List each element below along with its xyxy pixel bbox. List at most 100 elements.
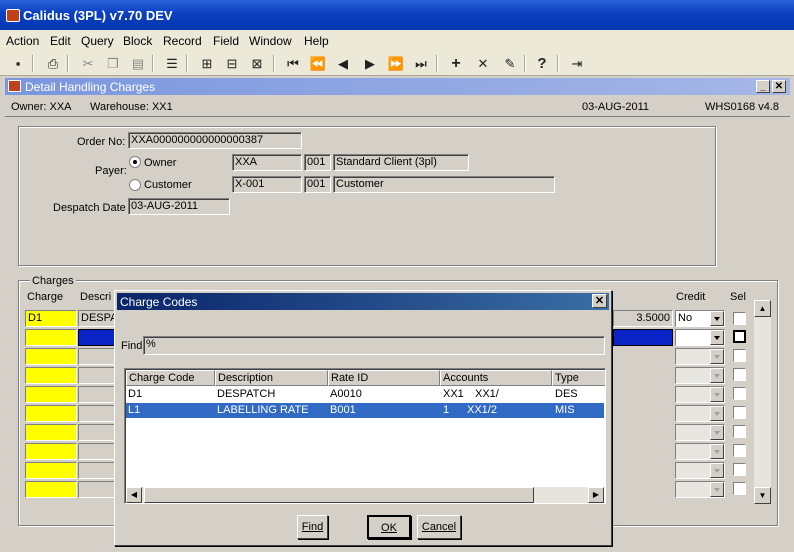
customer-code-field[interactable]: X-001 <box>232 176 302 193</box>
column-header-type[interactable]: Type <box>552 370 605 386</box>
clear-record-icon[interactable]: ⊠ <box>247 54 267 73</box>
delete-icon[interactable]: ✕ <box>473 54 493 73</box>
charge-code-cell[interactable] <box>25 348 77 365</box>
close-button[interactable]: ✕ <box>772 80 786 93</box>
description-cell[interactable] <box>78 348 118 365</box>
add-icon[interactable]: + <box>446 54 466 73</box>
credit-dropdown[interactable] <box>675 348 725 365</box>
description-cell[interactable] <box>78 386 118 403</box>
menu-window[interactable]: Window <box>249 34 292 48</box>
credit-dropdown[interactable] <box>675 481 725 498</box>
chevron-down-icon[interactable] <box>710 406 724 421</box>
menu-help[interactable]: Help <box>304 34 329 48</box>
query-icon[interactable]: ✎ <box>500 54 520 73</box>
sel-checkbox[interactable] <box>733 406 746 419</box>
chevron-down-icon[interactable] <box>710 387 724 402</box>
menu-block[interactable]: Block <box>123 34 152 48</box>
column-header-charge-code[interactable]: Charge Code <box>126 370 215 386</box>
chevron-down-icon[interactable] <box>710 349 724 364</box>
credit-dropdown[interactable] <box>675 462 725 479</box>
charge-code-cell[interactable] <box>25 481 77 498</box>
sel-checkbox[interactable] <box>733 312 746 325</box>
credit-dropdown[interactable] <box>675 443 725 460</box>
charge-code-cell[interactable] <box>25 367 77 384</box>
customer-radio[interactable] <box>129 179 141 191</box>
menu-field[interactable]: Field <box>213 34 239 48</box>
list-icon[interactable]: ☰ <box>162 54 182 73</box>
list-item-selected[interactable]: L1 LABELLING RATE B001 1 XX1/2 MIS <box>126 403 604 418</box>
credit-dropdown[interactable] <box>675 386 725 403</box>
find-button[interactable]: Find <box>297 515 328 539</box>
next-set-icon[interactable]: ⏩ <box>386 54 406 73</box>
owner-radio-label[interactable]: Owner <box>144 157 176 169</box>
description-cell[interactable] <box>78 405 118 422</box>
cancel-button[interactable]: Cancel <box>417 515 461 539</box>
menu-query[interactable]: Query <box>81 34 114 48</box>
last-record-icon[interactable]: ⏭ <box>411 54 431 73</box>
owner-num-field[interactable]: 001 <box>304 154 331 171</box>
find-input[interactable]: % <box>143 336 605 355</box>
credit-dropdown[interactable] <box>675 367 725 384</box>
sel-checkbox[interactable] <box>733 463 746 476</box>
chevron-down-icon[interactable] <box>710 444 724 459</box>
chevron-down-icon[interactable] <box>710 330 724 345</box>
first-record-icon[interactable]: ⏮ <box>283 54 303 73</box>
credit-dropdown[interactable]: No <box>675 310 725 327</box>
print-icon[interactable]: ⎙ <box>43 54 63 73</box>
credit-dropdown[interactable] <box>675 405 725 422</box>
column-header-accounts[interactable]: Accounts <box>440 370 552 386</box>
menu-action[interactable]: Action <box>6 34 39 48</box>
scroll-left-icon[interactable]: ◀ <box>126 487 142 503</box>
owner-name-field[interactable]: Standard Client (3pl) <box>333 154 469 171</box>
chevron-down-icon[interactable] <box>710 368 724 383</box>
despatch-date-field[interactable]: 03-AUG-2011 <box>128 198 230 215</box>
previous-set-icon[interactable]: ⏪ <box>308 54 328 73</box>
scroll-right-icon[interactable]: ▶ <box>588 487 604 503</box>
list-item[interactable]: D1 DESPATCH A0010 XX1 XX1/ DES <box>126 387 604 402</box>
charge-code-cell[interactable] <box>25 329 77 346</box>
chevron-down-icon[interactable] <box>710 482 724 497</box>
help-icon[interactable]: ? <box>532 54 552 73</box>
minimize-button[interactable]: _ <box>756 80 770 93</box>
scroll-down-icon[interactable]: ▼ <box>754 487 771 504</box>
next-record-icon[interactable]: ▶ <box>360 54 380 73</box>
chevron-down-icon[interactable] <box>710 425 724 440</box>
description-cell[interactable] <box>78 424 118 441</box>
sel-checkbox[interactable] <box>733 482 746 495</box>
charge-code-cell[interactable] <box>25 405 77 422</box>
copy-icon[interactable]: ❐ <box>103 54 123 73</box>
scroll-thumb[interactable] <box>144 487 534 503</box>
credit-dropdown[interactable] <box>675 329 725 346</box>
insert-record-icon[interactable]: ⊞ <box>197 54 217 73</box>
exit-icon[interactable]: ⇥ <box>567 54 587 73</box>
sel-checkbox[interactable] <box>733 349 746 362</box>
description-cell-current[interactable] <box>78 329 118 346</box>
customer-name-field[interactable]: Customer <box>333 176 555 193</box>
description-cell[interactable] <box>78 443 118 460</box>
chevron-down-icon[interactable] <box>710 463 724 478</box>
sel-checkbox[interactable] <box>733 425 746 438</box>
description-cell[interactable]: DESPA <box>78 310 118 327</box>
previous-record-icon[interactable]: ◀ <box>333 54 353 73</box>
description-cell[interactable] <box>78 367 118 384</box>
credit-dropdown[interactable] <box>675 424 725 441</box>
charges-vertical-scrollbar[interactable]: ▲ ▼ <box>754 300 771 504</box>
customer-radio-label[interactable]: Customer <box>144 179 192 191</box>
description-cell[interactable] <box>78 462 118 479</box>
cut-icon[interactable]: ✂ <box>78 54 98 73</box>
column-header-description[interactable]: Description <box>215 370 328 386</box>
sel-checkbox[interactable] <box>733 368 746 381</box>
owner-code-field[interactable]: XXA <box>232 154 302 171</box>
chevron-down-icon[interactable] <box>710 311 724 326</box>
charge-code-cell[interactable] <box>25 462 77 479</box>
charge-code-cell[interactable] <box>25 443 77 460</box>
charge-code-cell[interactable] <box>25 386 77 403</box>
charge-code-cell[interactable] <box>25 424 77 441</box>
list-horizontal-scrollbar[interactable]: ◀ ▶ <box>126 487 604 503</box>
column-header-rate-id[interactable]: Rate ID <box>328 370 440 386</box>
close-icon[interactable]: ✕ <box>592 294 607 308</box>
sel-checkbox[interactable] <box>733 387 746 400</box>
order-no-field[interactable]: XXA000000000000000387 <box>128 132 302 149</box>
customer-num-field[interactable]: 001 <box>304 176 331 193</box>
sel-checkbox[interactable] <box>733 330 746 343</box>
